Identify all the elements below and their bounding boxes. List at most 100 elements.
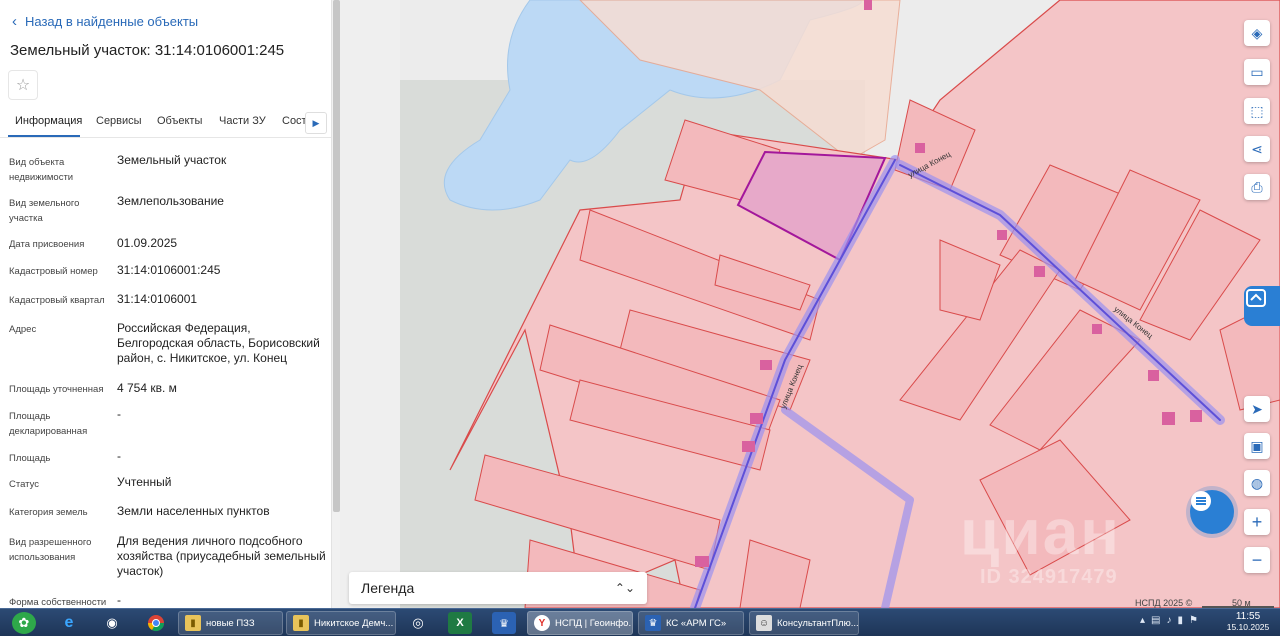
active-tab-indicator xyxy=(8,135,80,137)
prop-value: 31:14:0106001 xyxy=(117,292,198,306)
taskbar-item-arm[interactable]: ♛ КС «АРМ ГС» xyxy=(638,611,744,635)
map-doc-icon xyxy=(1246,289,1266,307)
map-view[interactable]: улица Конец улица Конец улица Конец циан… xyxy=(340,0,1280,608)
prop-label: Кадастровый номер xyxy=(9,266,98,277)
page-title: Земельный участок: 31:14:0106001:245 xyxy=(10,42,285,59)
print-button[interactable]: ⎙ xyxy=(1244,174,1270,200)
chrome-app-button[interactable]: ◎ xyxy=(406,612,430,634)
watermark-id: ID 324917479 xyxy=(980,566,1118,588)
geo-search-button[interactable]: ◍ xyxy=(1244,470,1270,496)
chat-button[interactable] xyxy=(1190,490,1234,534)
prop-value: 31:14:0106001:245 xyxy=(117,263,221,277)
prop-value: Для ведения личного подсобного хозяйства… xyxy=(117,534,326,578)
geo-pin-icon: ◍ xyxy=(1250,474,1264,491)
panel-scrollbar-thumb[interactable] xyxy=(333,0,340,512)
prop-value: - xyxy=(117,407,121,421)
back-to-results-link[interactable]: ‹ Назад в найденные объекты xyxy=(12,13,198,30)
zoom-out-icon: − xyxy=(1251,549,1263,570)
select-area-button[interactable]: ⬚ xyxy=(1244,98,1270,124)
start-button[interactable]: ✿ xyxy=(12,612,36,634)
prop-value: - xyxy=(117,449,121,463)
zoom-in-icon: + xyxy=(1251,511,1263,532)
building xyxy=(915,143,925,153)
taskbar: ✿ e ◉ ▮ новые ПЗЗ ▮ Никитское Демч... ◎ … xyxy=(0,608,1280,636)
app-launcher[interactable]: ◉ xyxy=(100,612,124,634)
prop-value: 01.09.2025 xyxy=(117,236,178,250)
share-icon: ⋖ xyxy=(1251,140,1263,157)
picture-in-picture-icon: ▣ xyxy=(1250,437,1264,454)
flag-icon: ⚑ xyxy=(1189,615,1198,626)
building xyxy=(750,413,763,424)
chat-icon xyxy=(1191,491,1211,511)
prop-label: Площадь xyxy=(9,453,51,464)
locate-icon: ➤ xyxy=(1251,400,1263,417)
excel-icon: X xyxy=(456,617,464,629)
start-icon: ✿ xyxy=(18,615,30,630)
ruler-icon: ▭ xyxy=(1250,63,1264,80)
system-tray[interactable]: ▴ ▤ ♪ ▮ ⚑ xyxy=(1140,615,1198,626)
tab-services[interactable]: Сервисы xyxy=(96,115,142,127)
prop-value: - xyxy=(117,593,121,607)
clock-date: 15.10.2025 xyxy=(1226,622,1270,632)
building xyxy=(997,230,1007,240)
favorite-star-button[interactable]: ☆ xyxy=(8,70,38,100)
gov-app-button[interactable]: ♛ xyxy=(492,612,516,634)
clock-time: 11:55 xyxy=(1235,611,1261,622)
consultant-icon: ☺ xyxy=(756,615,772,631)
building xyxy=(1034,266,1045,277)
info-tabs: Информация Сервисы Объекты Части ЗУ Сост… xyxy=(0,108,331,138)
emblem-icon: ♛ xyxy=(499,617,509,630)
ie-launcher[interactable]: e xyxy=(57,612,81,634)
building xyxy=(695,556,709,567)
prop-label: Площадь уточненная xyxy=(9,384,104,395)
map-canvas[interactable] xyxy=(340,0,1280,608)
tab-info[interactable]: Информация xyxy=(15,115,82,127)
land-area xyxy=(340,0,400,608)
zoom-out-button[interactable]: − xyxy=(1244,547,1270,573)
star-icon: ☆ xyxy=(15,77,31,94)
minimap-button[interactable]: ▣ xyxy=(1244,433,1270,459)
back-link-label: Назад в найденные объекты xyxy=(25,14,199,29)
tray-expand-icon: ▴ xyxy=(1140,615,1146,626)
share-button[interactable]: ⋖ xyxy=(1244,136,1270,162)
triangle-right-icon: ▶ xyxy=(312,117,320,128)
panel-scrollbar[interactable] xyxy=(331,0,340,608)
prop-value: 4 754 кв. м xyxy=(117,381,177,395)
measure-button[interactable]: ▭ xyxy=(1244,59,1270,85)
layers-button[interactable]: ◈ xyxy=(1244,20,1270,46)
building xyxy=(760,360,772,370)
prop-label: Площадь декларированная xyxy=(9,411,88,437)
locate-button[interactable]: ➤ xyxy=(1244,396,1270,422)
battery-icon: ▮ xyxy=(1177,615,1183,626)
browser-icon: ◎ xyxy=(412,615,424,630)
prop-label: Вид объекта недвижимости xyxy=(9,157,74,183)
building xyxy=(742,441,755,452)
taskbar-item-consultant[interactable]: ☺ КонсультантПлю... xyxy=(749,611,859,635)
taskbar-item-label: новые ПЗЗ xyxy=(206,617,255,629)
print-icon: ⎙ xyxy=(1251,178,1263,195)
zoom-in-button[interactable]: + xyxy=(1244,509,1270,535)
side-panel-toggle[interactable] xyxy=(1244,286,1280,326)
prop-value: Учтенный xyxy=(117,475,172,489)
chrome-launcher[interactable] xyxy=(144,612,168,634)
tabs-scroll-right-button[interactable]: ▶ xyxy=(305,112,327,134)
excel-button[interactable]: X xyxy=(448,612,472,634)
building xyxy=(1190,410,1202,422)
magnifier-app-icon: ◉ xyxy=(106,615,118,630)
tab-parts[interactable]: Части ЗУ xyxy=(219,115,266,127)
map-attribution: НСПД 2025 © xyxy=(1135,598,1193,608)
taskbar-item-browser[interactable]: Y НСПД | Геоинфо... xyxy=(527,611,633,635)
prop-value: Землепользование xyxy=(117,194,224,208)
taskbar-item-folder[interactable]: ▮ Никитское Демч... xyxy=(286,611,396,635)
taskbar-item-label: КС «АРМ ГС» xyxy=(666,617,727,629)
select-area-icon: ⬚ xyxy=(1250,102,1264,119)
taskbar-item-folder[interactable]: ▮ новые ПЗЗ xyxy=(178,611,283,635)
chevron-updown-icon: ⌃⌄ xyxy=(614,581,635,595)
building xyxy=(1148,370,1159,381)
object-info-panel: ‹ Назад в найденные объекты Земельный уч… xyxy=(0,0,340,608)
prop-label: Форма собственности xyxy=(9,597,107,608)
tab-objects[interactable]: Объекты xyxy=(157,115,202,127)
prop-label: Вид разрешенного использования xyxy=(9,537,92,563)
legend-dropdown[interactable]: Легенда ⌃⌄ xyxy=(349,572,647,604)
clock[interactable]: 11:55 15.10.2025 xyxy=(1222,611,1274,633)
